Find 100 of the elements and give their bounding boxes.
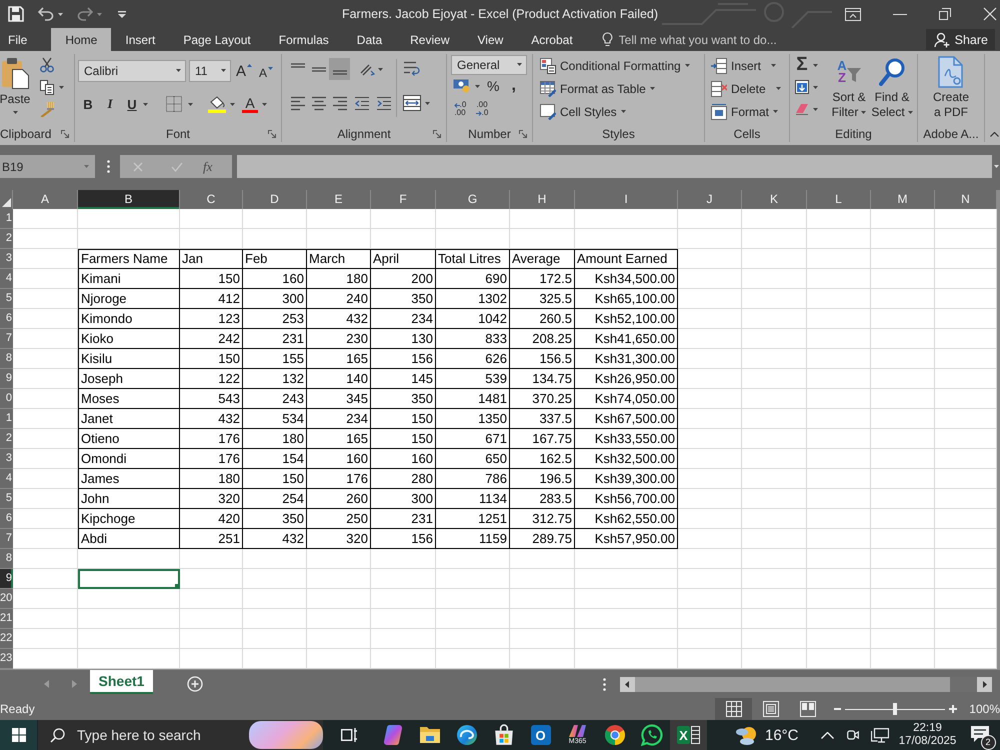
autosum-button[interactable]: Σ (795, 55, 809, 75)
row-header[interactable]: 7 (0, 529, 13, 549)
taskbar-button[interactable]: X (670, 720, 707, 750)
caret-icon[interactable] (230, 102, 235, 106)
caret-icon[interactable] (813, 86, 818, 88)
row-header[interactable]: 23 (0, 649, 13, 669)
expand-formula-icon[interactable] (994, 165, 999, 168)
copy-icon[interactable] (39, 79, 55, 95)
row-header[interactable]: 22 (0, 629, 13, 649)
row-header[interactable]: 21 (0, 609, 13, 629)
caret-icon[interactable] (773, 110, 778, 113)
scroll-left-icon[interactable] (620, 676, 635, 692)
column-header[interactable]: B (78, 190, 180, 209)
sort-filter-button[interactable]: A Z Sort & Filter (829, 54, 869, 125)
fill-handle[interactable] (175, 584, 180, 589)
monitor-icon[interactable] (870, 728, 889, 742)
row-header[interactable]: 1 (0, 409, 13, 429)
dialog-launcher-icon[interactable] (61, 130, 69, 138)
font-color-button[interactable]: A (242, 96, 258, 112)
text-style-button[interactable]: U (125, 96, 139, 112)
row-header[interactable]: 9 (0, 569, 13, 589)
row-header[interactable]: 7 (0, 329, 13, 349)
collapse-ribbon-icon[interactable] (990, 132, 999, 137)
caret-icon[interactable] (425, 102, 430, 104)
horizontal-scrollbar[interactable] (620, 676, 992, 692)
name-box[interactable]: B19 (0, 155, 95, 178)
scrollbar-thumb[interactable] (635, 676, 950, 692)
caret-icon[interactable] (813, 64, 818, 66)
caret-icon[interactable] (771, 64, 776, 67)
ribbon-tab[interactable]: File (0, 28, 52, 51)
caret-icon[interactable] (813, 108, 818, 110)
clock-date[interactable]: 17/08/2025 (898, 735, 956, 748)
restore-icon[interactable] (939, 8, 951, 20)
dialog-launcher-icon[interactable] (433, 130, 441, 138)
paint-bucket-icon[interactable] (208, 95, 226, 113)
caret-icon[interactable] (650, 87, 655, 90)
caret-icon[interactable] (176, 69, 181, 72)
row-header[interactable]: 4 (0, 469, 13, 489)
zoom-slider-thumb[interactable] (893, 703, 898, 715)
ribbon-tab[interactable]: Page Layout (169, 28, 265, 51)
caret-icon[interactable] (861, 111, 866, 114)
sheet-tab[interactable]: Sheet1 (90, 670, 153, 694)
vertical-scrollbar[interactable] (997, 190, 1000, 669)
row-header[interactable]: 5 (0, 289, 13, 309)
caret-icon[interactable] (97, 12, 102, 16)
ribbon-tab[interactable]: Formulas (264, 28, 343, 51)
tell-me-field[interactable]: Tell me what you want to do... (618, 28, 809, 51)
clock-time[interactable]: 22:19 (913, 722, 942, 735)
paste-button[interactable]: Paste (0, 54, 30, 125)
caret-icon[interactable] (684, 64, 690, 67)
zoom-in-icon[interactable] (949, 705, 958, 713)
row-header[interactable]: 5 (0, 489, 13, 509)
camera-icon[interactable] (846, 728, 859, 742)
ribbon-tab[interactable]: Acrobat (517, 28, 587, 51)
grow-font-button[interactable]: A (236, 64, 252, 78)
start-button[interactable] (0, 720, 37, 750)
weather-icon[interactable] (734, 724, 758, 746)
find-select-button[interactable]: Find & Select (871, 54, 913, 125)
number-format-combo[interactable]: General (451, 55, 527, 75)
caret-icon[interactable] (908, 111, 913, 114)
wrap-text-icon[interactable] (403, 60, 421, 78)
row-header[interactable]: 3 (0, 449, 13, 469)
ribbon-tab[interactable]: Insert (111, 28, 170, 51)
decrease-indent-icon[interactable] (354, 95, 370, 111)
search-highlight-image[interactable] (249, 721, 323, 749)
fill-down-icon[interactable] (795, 80, 809, 94)
normal-view-button[interactable] (715, 698, 752, 720)
currency-icon[interactable] (453, 79, 471, 93)
caret-icon[interactable] (517, 63, 522, 66)
align-bottom-button[interactable] (329, 58, 350, 80)
ribbon-display-options-icon[interactable] (845, 8, 861, 20)
cell-styles-button[interactable]: Cell Styles (540, 100, 690, 123)
lightbulb-icon[interactable] (602, 32, 613, 47)
text-style-button[interactable]: I (103, 96, 117, 112)
formula-input[interactable] (237, 155, 992, 178)
create-pdf-button[interactable]: Create a PDF (918, 54, 984, 125)
more-options-icon[interactable] (107, 160, 110, 173)
taskbar-button[interactable]: O (522, 720, 559, 750)
select-all-button[interactable] (0, 190, 13, 209)
merge-cells-icon[interactable] (403, 94, 421, 112)
increase-indent-icon[interactable] (376, 95, 392, 111)
caret-icon[interactable] (221, 69, 226, 72)
caret-icon[interactable] (58, 12, 63, 16)
font-name-combo[interactable]: Calibri (78, 60, 186, 82)
row-header[interactable]: 6 (0, 309, 13, 329)
search-field[interactable]: Type here to search (77, 727, 237, 743)
ribbon-tab[interactable]: View (464, 28, 518, 51)
row-header[interactable]: 8 (0, 349, 13, 369)
ribbon-tab[interactable]: Review (396, 28, 464, 51)
undo-icon[interactable] (38, 7, 54, 21)
task-view-icon[interactable] (341, 727, 357, 743)
caret-icon[interactable] (188, 102, 193, 106)
row-header[interactable]: 8 (0, 549, 13, 569)
ribbon-tab[interactable]: Data (342, 28, 396, 51)
row-header[interactable]: 4 (0, 269, 13, 289)
format-as-table-button[interactable]: Format as Table (540, 77, 690, 100)
decrease-decimal-button[interactable]: .00 .0 (473, 101, 491, 117)
conditional-formatting-button[interactable]: Conditional Formatting (540, 54, 690, 77)
row-header[interactable]: 3 (0, 249, 13, 269)
ribbon-tab[interactable]: Home (51, 28, 112, 51)
